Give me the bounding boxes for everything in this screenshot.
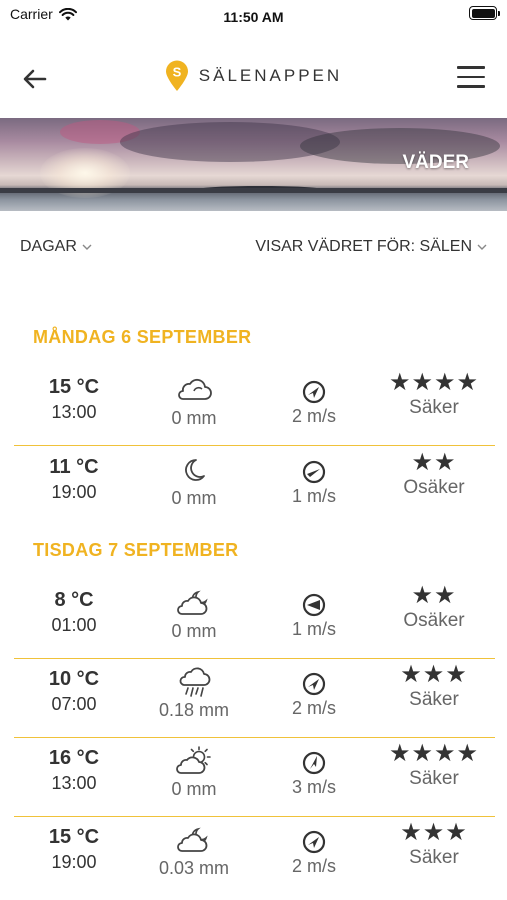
precip-cell: 0 mm [149,581,239,642]
app-title: SÄLENAPPEN [198,66,343,85]
wind-direction-icon [302,672,326,696]
hero-label: VÄDER [402,152,469,173]
forecast-row[interactable]: 16 °C 13:00 0 mm 3 m/s ★★★★ Säker [14,739,495,817]
wind-direction-icon [302,460,326,484]
star-rating: ★★ [411,582,457,609]
wind-speed: 2 m/s [291,856,336,876]
cloudy-moon-icon [177,827,208,852]
forecast-time: 07:00 [51,694,97,714]
rating-cell: ★★★★ Säker [384,739,484,790]
day-heading: MÅNDAG 6 SEPTEMBER [33,327,252,347]
wind-cell: 1 m/s [269,448,359,507]
wind-direction-icon [302,751,326,775]
star-rating: ★★★★ [388,369,480,396]
wind-cell: 3 m/s [269,739,359,798]
place-dropdown-label: VISAR VÄDRET FÖR: SÄLEN [255,238,472,255]
wind-speed: 1 m/s [291,619,336,639]
precipitation: 0 mm [171,779,217,799]
wind-speed: 1 m/s [291,486,336,506]
temp-cell: 15 °C 19:00 [32,818,116,873]
certainty-label: Osäker [403,477,465,498]
forecast-row[interactable]: 11 °C 19:00 0 mm 1 m/s ★★ Osäker [14,448,495,526]
forecast-time: 13:00 [51,773,97,793]
wind-direction-icon [302,593,326,617]
cloudy-moon-icon [177,590,208,615]
day-heading: TISDAG 7 SEPTEMBER [33,540,239,560]
place-dropdown[interactable]: VISAR VÄDRET FÖR: SÄLEN [255,238,487,256]
certainty-label: Säker [409,768,459,789]
temperature: 16 °C [48,747,100,769]
certainty-label: Säker [409,847,459,868]
days-dropdown[interactable]: DAGAR [20,238,92,256]
hamburger-menu-icon[interactable] [457,66,485,90]
certainty-label: Säker [409,689,459,710]
forecast-row[interactable]: 8 °C 01:00 0 mm 1 m/s ★★ Osäker [14,581,495,659]
forecast-time: 19:00 [51,852,97,872]
chevron-down-icon [82,244,92,250]
partly-sunny-icon [176,746,211,774]
precip-cell: 0 mm [149,368,239,429]
rating-cell: ★★★★ Säker [384,368,484,419]
precipitation: 0 mm [171,621,217,641]
status-bar: Carrier 11:50 AM [0,0,507,30]
app-header: S SÄLENAPPEN [0,44,507,108]
rain-icon [179,667,211,697]
pin-letter: S [172,65,181,80]
temp-cell: 11 °C 19:00 [32,448,116,503]
precip-cell: 0 mm [149,448,239,509]
star-rating: ★★ [411,449,457,476]
app-brand: S SÄLENAPPEN [0,60,507,92]
rating-cell: ★★★ Säker [384,660,484,711]
status-time: 11:50 AM [223,9,284,25]
temperature: 15 °C [48,376,100,398]
filter-bar: DAGAR VISAR VÄDRET FÖR: SÄLEN [0,238,507,266]
precipitation: 0 mm [171,488,217,508]
forecast-row[interactable]: 15 °C 13:00 0 mm 2 m/s ★★★★ Säker [14,368,495,446]
wind-direction-icon [302,830,326,854]
forecast-time: 19:00 [51,482,97,502]
moon-icon [185,459,205,481]
temp-cell: 16 °C 13:00 [32,739,116,794]
wind-cell: 1 m/s [269,581,359,640]
location-pin-logo-icon: S [165,60,188,91]
rating-cell: ★★★ Säker [384,818,484,869]
star-rating: ★★★ [400,819,468,846]
temp-cell: 15 °C 13:00 [32,368,116,423]
precip-cell: 0.18 mm [149,660,239,721]
precip-cell: 0 mm [149,739,239,800]
wind-speed: 3 m/s [291,777,336,797]
star-rating: ★★★★ [388,740,480,767]
wind-speed: 2 m/s [291,698,336,718]
temperature: 11 °C [49,456,99,478]
temperature: 15 °C [48,826,100,848]
wind-speed: 2 m/s [291,406,336,426]
precipitation: 0 mm [171,408,217,428]
precipitation: 0.03 mm [158,858,230,878]
temperature: 8 °C [54,589,94,611]
forecast-row[interactable]: 15 °C 19:00 0.03 mm 2 m/s ★★★ Säker [14,818,495,896]
certainty-label: Osäker [403,610,465,631]
wind-cell: 2 m/s [269,368,359,427]
temp-cell: 8 °C 01:00 [32,581,116,636]
star-rating: ★★★ [400,661,468,688]
temperature: 10 °C [48,668,100,690]
precipitation: 0.18 mm [158,700,230,720]
wind-direction-icon [302,380,326,404]
forecast-time: 13:00 [51,402,97,422]
cloudy-icon [178,378,212,400]
days-dropdown-label: DAGAR [20,238,77,255]
battery-icon [469,6,500,20]
rating-cell: ★★ Osäker [384,581,484,632]
precip-cell: 0.03 mm [149,818,239,879]
wind-cell: 2 m/s [269,818,359,877]
forecast-time: 01:00 [51,615,97,635]
temp-cell: 10 °C 07:00 [32,660,116,715]
certainty-label: Säker [409,397,459,418]
wind-cell: 2 m/s [269,660,359,719]
rating-cell: ★★ Osäker [384,448,484,499]
hero-banner: VÄDER [0,118,507,211]
chevron-down-icon [477,244,487,250]
forecast-row[interactable]: 10 °C 07:00 0.18 mm 2 m/s ★★★ Säker [14,660,495,738]
